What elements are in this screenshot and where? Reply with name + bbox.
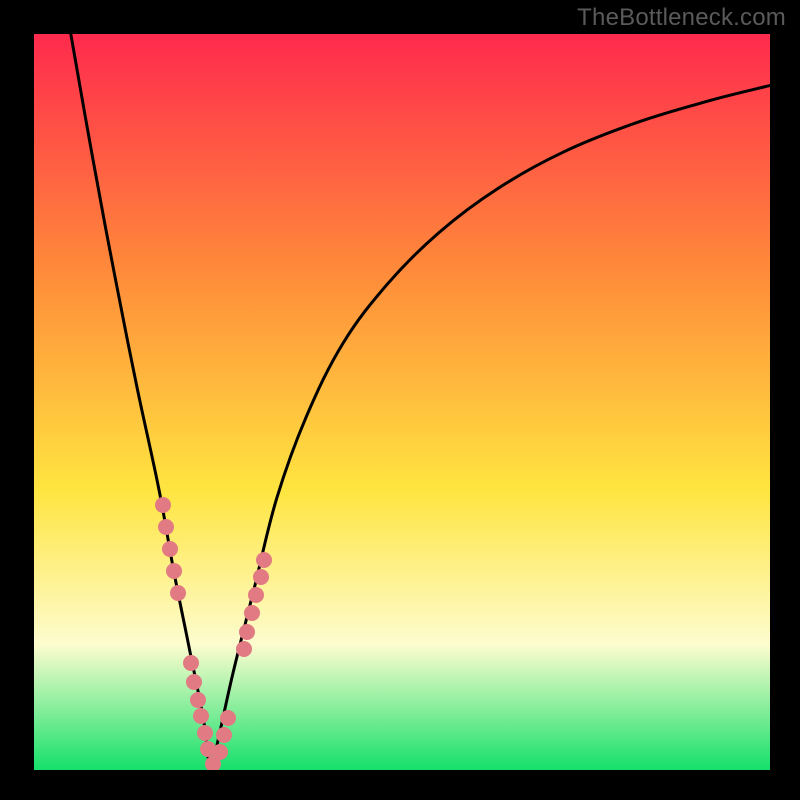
marker-dot: [170, 585, 186, 601]
marker-dot: [248, 587, 264, 603]
curve-layer: [34, 34, 770, 770]
marker-dot: [236, 641, 252, 657]
marker-dot: [158, 519, 174, 535]
chart-frame: TheBottleneck.com: [0, 0, 800, 800]
marker-dot: [239, 624, 255, 640]
watermark-text: TheBottleneck.com: [577, 4, 786, 32]
marker-dot: [197, 725, 213, 741]
marker-dot: [216, 727, 232, 743]
marker-dot: [193, 708, 209, 724]
marker-dot: [244, 605, 260, 621]
marker-dot: [155, 497, 171, 513]
marker-dot: [212, 744, 228, 760]
bottleneck-curve: [71, 34, 770, 770]
marker-dot: [162, 541, 178, 557]
marker-dot: [220, 710, 236, 726]
marker-dot: [186, 674, 202, 690]
marker-dot: [183, 655, 199, 671]
marker-dot: [166, 563, 182, 579]
plot-area: [34, 34, 770, 770]
marker-dot: [256, 552, 272, 568]
marker-dot: [190, 692, 206, 708]
marker-dot: [253, 569, 269, 585]
